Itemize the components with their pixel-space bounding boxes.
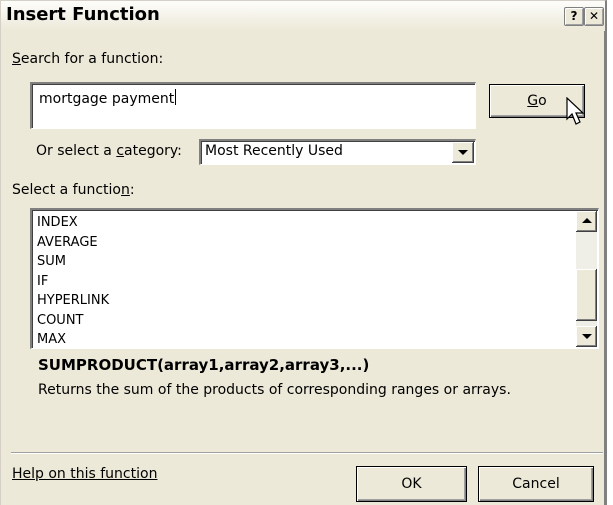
mouse-pointer-icon xyxy=(566,97,585,125)
accel-key: S xyxy=(12,51,21,67)
function-signature: SUMPRODUCT(array1,array2,array3,...) xyxy=(38,356,370,374)
arrow-up-icon xyxy=(582,218,592,223)
footer-divider xyxy=(11,452,603,454)
list-item[interactable]: INDEX xyxy=(37,213,109,233)
function-list: INDEX AVERAGE SUM IF HYPERLINK COUNT MAX xyxy=(37,213,109,350)
list-item[interactable]: MAX xyxy=(37,330,109,350)
scroll-up-button[interactable] xyxy=(576,211,597,232)
ok-button[interactable]: OK xyxy=(356,466,467,502)
list-item[interactable]: SUM xyxy=(37,252,109,272)
search-input[interactable]: mortgage payment xyxy=(30,82,476,129)
close-icon[interactable]: ✕ xyxy=(584,7,604,26)
dropdown-button[interactable] xyxy=(452,142,474,163)
arrow-down-icon xyxy=(582,334,592,339)
title-bar: Insert Function ? ✕ xyxy=(1,1,605,31)
cancel-button[interactable]: Cancel xyxy=(478,466,594,502)
search-input-text: mortgage payment xyxy=(39,91,175,107)
function-list-label: Select a function: xyxy=(12,182,135,198)
help-on-function-link[interactable]: Help on this function xyxy=(12,466,157,482)
scroll-down-button[interactable] xyxy=(576,326,597,347)
chevron-down-icon xyxy=(458,150,468,155)
list-item[interactable]: COUNT xyxy=(37,311,109,331)
function-listbox[interactable]: INDEX AVERAGE SUM IF HYPERLINK COUNT MAX xyxy=(30,208,599,349)
help-icon[interactable]: ? xyxy=(564,7,584,26)
list-item[interactable]: HYPERLINK xyxy=(37,291,109,311)
category-label: Or select a category: xyxy=(36,143,182,159)
list-item[interactable]: AVERAGE xyxy=(37,233,109,253)
list-item[interactable]: IF xyxy=(37,272,109,292)
text-caret xyxy=(175,89,177,105)
scroll-thumb[interactable] xyxy=(576,269,597,321)
search-label: Search for a function: xyxy=(12,51,164,67)
category-select[interactable]: Most Recently Used xyxy=(199,139,476,165)
vertical-scrollbar[interactable] xyxy=(576,211,597,347)
insert-function-dialog: Insert Function ? ✕ Search for a functio… xyxy=(0,0,607,505)
function-description: Returns the sum of the products of corre… xyxy=(38,382,511,398)
dialog-title: Insert Function xyxy=(6,4,160,25)
category-selected-value: Most Recently Used xyxy=(205,143,343,159)
